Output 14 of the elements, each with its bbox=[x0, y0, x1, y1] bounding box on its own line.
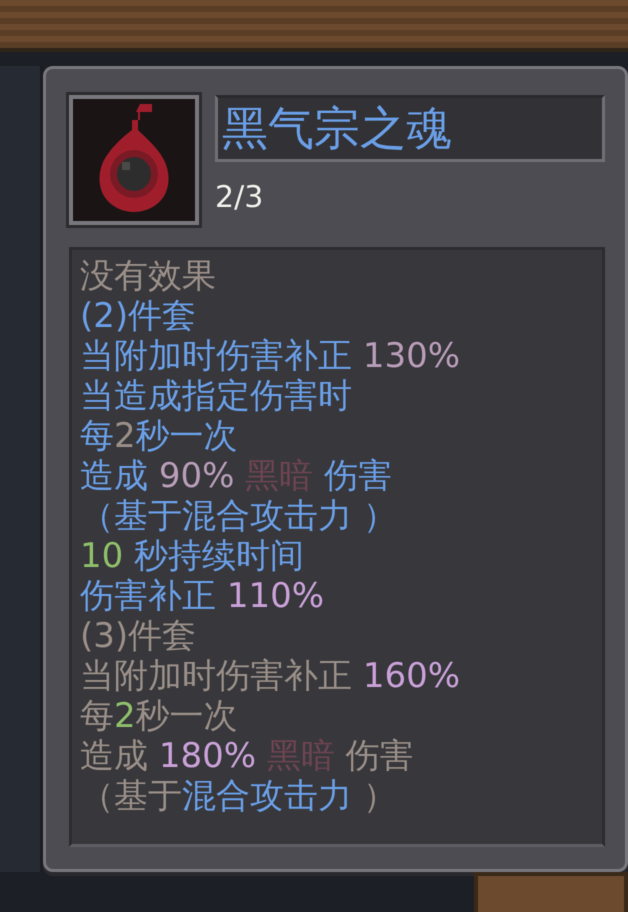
item-name: 黑气宗之魂 bbox=[215, 95, 605, 162]
effect-line: (2)件套 bbox=[80, 296, 198, 336]
effect-line: 每2秒一次 bbox=[80, 416, 239, 456]
set-count: 2/3 bbox=[215, 180, 264, 215]
effect-line: （基于混合攻击力 ） bbox=[80, 776, 398, 816]
effect-line: 当造成指定伤害时 bbox=[80, 376, 353, 416]
effect-line: （基于混合攻击力 ） bbox=[80, 496, 398, 536]
effect-line: 当附加时伤害补正 160% bbox=[80, 656, 462, 696]
effect-line: 每2秒一次 bbox=[80, 696, 239, 736]
effect-line: 没有效果 bbox=[80, 256, 217, 296]
effect-line: 10 秒持续时间 bbox=[80, 536, 306, 576]
effect-line: (3)件套 bbox=[80, 616, 198, 656]
effect-line: 当附加时伤害补正 130% bbox=[80, 336, 462, 376]
effect-line: 伤害补正 110% bbox=[80, 576, 326, 616]
